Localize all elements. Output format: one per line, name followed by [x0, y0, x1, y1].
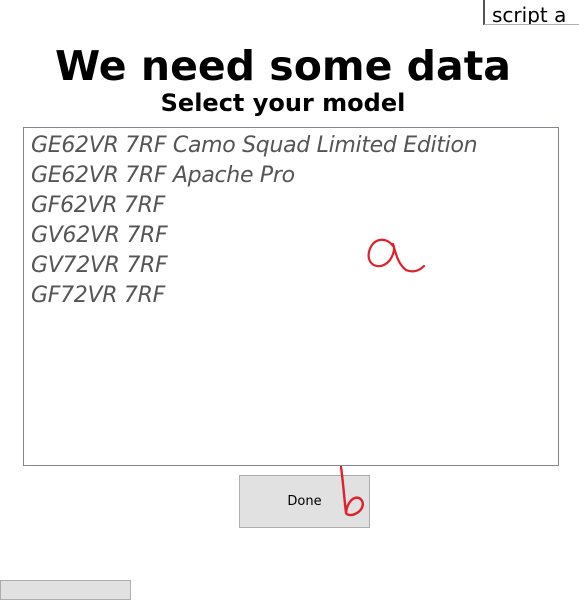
dialog-subtitle: Select your model [160, 89, 406, 117]
list-item[interactable]: GE62VR 7RF Apache Pro [31, 161, 558, 191]
model-listbox[interactable]: GE62VR 7RF Camo Squad Limited Edition GE… [23, 127, 559, 466]
list-item[interactable]: GF62VR 7RF [31, 191, 558, 221]
list-item[interactable]: GE62VR 7RF Camo Squad Limited Edition [31, 131, 558, 161]
done-button[interactable]: Done [239, 475, 370, 528]
partial-button[interactable] [0, 580, 131, 600]
background-window-text: script a [492, 3, 567, 25]
background-window-fragment: script a [483, 0, 579, 25]
list-item[interactable]: GV62VR 7RF [31, 221, 558, 251]
dialog-title: We need some data [55, 42, 511, 90]
list-item[interactable]: GF72VR 7RF [31, 281, 558, 311]
list-item[interactable]: GV72VR 7RF [31, 251, 558, 281]
